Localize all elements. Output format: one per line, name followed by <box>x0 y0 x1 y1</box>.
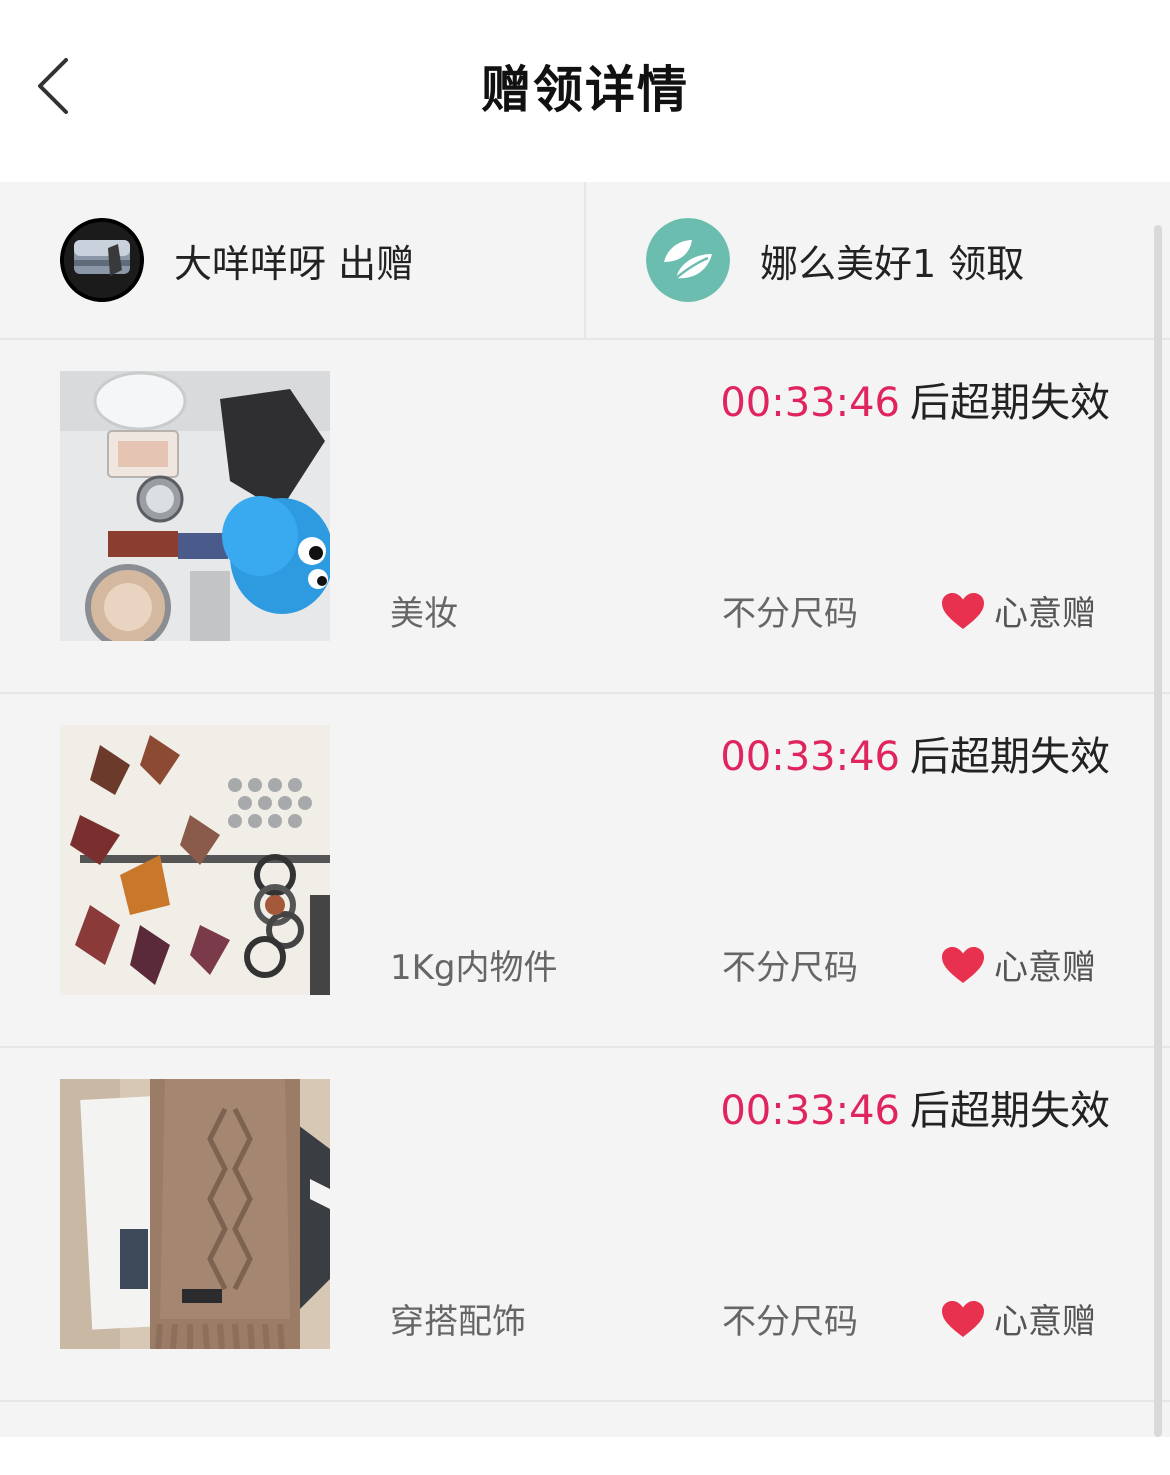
expiry-countdown: 00:33:46 后超期失效 <box>720 724 1110 782</box>
countdown-time: 00:33:46 <box>720 1088 900 1134</box>
countdown-suffix: 后超期失效 <box>910 734 1110 780</box>
giver-avatar <box>60 218 144 302</box>
expiry-countdown: 00:33:46 后超期失效 <box>720 1078 1110 1136</box>
giver-profile[interactable]: 大咩咩呀 出赠 <box>60 182 580 338</box>
scrollbar[interactable] <box>1154 225 1162 1437</box>
item-photo <box>60 1079 330 1349</box>
list-item[interactable]: 00:33:46 后超期失效 美妆 不分尺码 心意赠 <box>0 340 1170 694</box>
gift-type-label: 心意赠 <box>994 1302 1096 1342</box>
item-category: 美妆 <box>390 594 458 634</box>
list-item[interactable]: 00:33:46 后超期失效 1Kg内物件 不分尺码 心意赠 <box>0 694 1170 1048</box>
item-category: 1Kg内物件 <box>390 948 558 988</box>
heart-icon <box>942 592 984 629</box>
gift-type-label: 心意赠 <box>994 948 1096 988</box>
receiver-profile[interactable]: 娜么美好1 领取 <box>646 182 1146 338</box>
gift-list: 00:33:46 后超期失效 美妆 不分尺码 心意赠 00:33:46 后超期失… <box>0 340 1170 1402</box>
item-photo <box>60 371 330 641</box>
item-photo <box>60 725 330 995</box>
item-size: 不分尺码 <box>722 1302 858 1342</box>
countdown-time: 00:33:46 <box>720 734 900 780</box>
giver-label: 大咩咩呀 出赠 <box>174 241 415 286</box>
page-title: 赠领详情 <box>481 61 689 119</box>
top-nav-bar: 赠领详情 <box>0 0 1170 182</box>
list-item[interactable]: 00:33:46 后超期失效 穿搭配饰 不分尺码 心意赠 <box>0 1048 1170 1402</box>
heart-icon <box>942 946 984 983</box>
gift-type-tag: 心意赠 <box>940 1294 1096 1343</box>
receiver-avatar <box>646 218 730 302</box>
bottom-bar <box>0 1437 1170 1475</box>
heart-icon <box>942 1300 984 1337</box>
users-row: 大咩咩呀 出赠 娜么美好1 领取 <box>0 182 1170 340</box>
gift-type-tag: 心意赠 <box>940 940 1096 989</box>
item-category: 穿搭配饰 <box>390 1302 526 1342</box>
countdown-suffix: 后超期失效 <box>910 1088 1110 1134</box>
expiry-countdown: 00:33:46 后超期失效 <box>720 370 1110 428</box>
item-size: 不分尺码 <box>722 948 858 988</box>
gift-type-label: 心意赠 <box>994 594 1096 634</box>
countdown-time: 00:33:46 <box>720 380 900 426</box>
countdown-suffix: 后超期失效 <box>910 380 1110 426</box>
receiver-label: 娜么美好1 领取 <box>760 241 1025 286</box>
gift-type-tag: 心意赠 <box>940 586 1096 635</box>
item-size: 不分尺码 <box>722 594 858 634</box>
users-divider <box>584 182 586 338</box>
